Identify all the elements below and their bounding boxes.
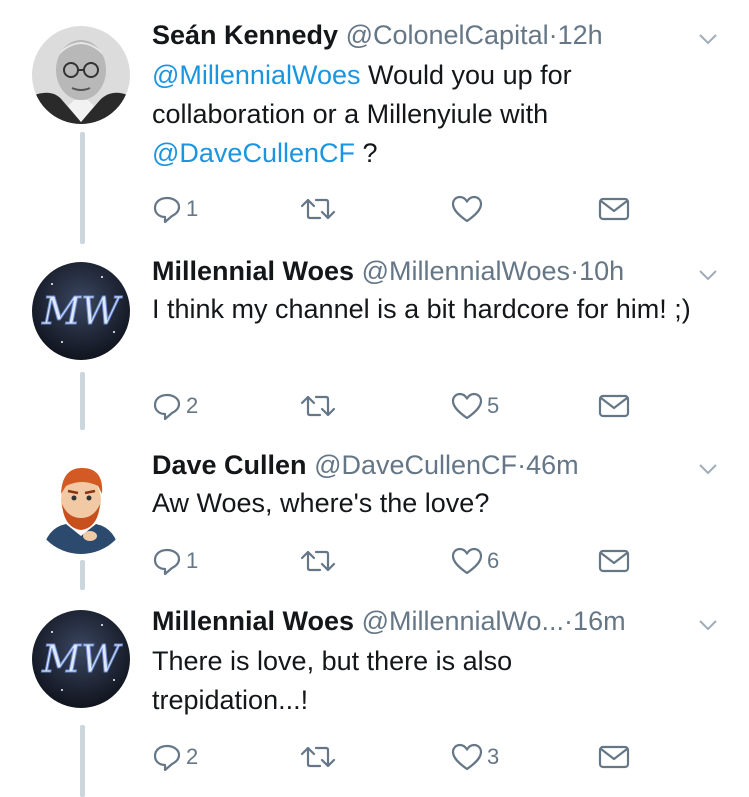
mention-link[interactable]: @MillennialWoes: [152, 60, 361, 90]
tweet-actions: 1 6: [152, 544, 652, 578]
retweet-button[interactable]: [300, 192, 340, 226]
reply-button[interactable]: 2: [152, 389, 198, 423]
tweet[interactable]: Seán Kennedy @ColonelCapital·12h @Millen…: [0, 18, 749, 238]
chevron-down-icon[interactable]: [697, 260, 719, 282]
avatar-monogram: MW: [41, 637, 123, 681]
tweet-header: Millennial Woes @MillennialWoes·10h: [152, 254, 719, 288]
tweet-actions: 1: [152, 192, 652, 226]
direct-message-button[interactable]: [598, 389, 630, 423]
like-button[interactable]: 6: [451, 544, 499, 578]
tweet-text: @MillennialWoes Would you up for collabo…: [152, 60, 572, 168]
heart-icon: [451, 194, 483, 224]
envelope-icon: [598, 743, 630, 771]
username[interactable]: @ColonelCapital: [346, 20, 549, 50]
tweet[interactable]: MW Millennial Woes @MillennialWoes·10h I…: [0, 254, 749, 429]
avatar[interactable]: [32, 26, 130, 124]
separator-dot: ·: [548, 20, 558, 50]
retweet-button[interactable]: [300, 544, 340, 578]
heart-icon: [451, 391, 483, 421]
reply-count: 1: [186, 196, 199, 221]
reply-icon: [152, 742, 182, 772]
tweet-header: Millennial Woes @MillennialWo...·16m: [152, 604, 719, 638]
display-name[interactable]: Dave Cullen: [152, 450, 307, 480]
separator-dot: ·: [570, 256, 580, 286]
display-name[interactable]: Millennial Woes: [152, 606, 354, 636]
like-count: 5: [487, 393, 500, 418]
timestamp[interactable]: 10h: [579, 256, 624, 286]
tweet-actions: 2 3: [152, 740, 652, 774]
display-name[interactable]: Seán Kennedy: [152, 20, 338, 50]
direct-message-button[interactable]: [598, 544, 630, 578]
timestamp[interactable]: 46m: [526, 450, 579, 480]
separator-dot: ·: [517, 450, 527, 480]
timestamp[interactable]: 12h: [558, 20, 603, 50]
mention-link[interactable]: @DaveCullenCF: [152, 138, 355, 168]
timestamp[interactable]: 16m: [573, 606, 626, 636]
envelope-icon: [598, 392, 630, 420]
tweet-text: There is love, but there is also trepida…: [152, 646, 513, 715]
tweet-header: Dave Cullen @DaveCullenCF·46m: [152, 448, 719, 482]
retweet-button[interactable]: [300, 389, 340, 423]
reply-button[interactable]: 2: [152, 740, 198, 774]
tweet-text: I think my channel is a bit hardcore for…: [152, 294, 691, 324]
reply-icon: [152, 546, 182, 576]
avatar-monogram: MW: [41, 289, 123, 333]
username[interactable]: @MillennialWoes: [362, 256, 571, 286]
avatar[interactable]: MW: [32, 262, 130, 360]
retweet-icon: [300, 194, 336, 224]
chevron-down-icon[interactable]: [697, 610, 719, 632]
like-count: 3: [487, 744, 500, 769]
reply-icon: [152, 194, 182, 224]
direct-message-button[interactable]: [598, 192, 630, 226]
avatar[interactable]: [32, 456, 130, 554]
tweet-header: Seán Kennedy @ColonelCapital·12h: [152, 18, 719, 52]
reply-icon: [152, 391, 182, 421]
heart-icon: [451, 742, 483, 772]
retweet-icon: [300, 546, 336, 576]
reply-count: 1: [186, 548, 199, 573]
reply-count: 2: [186, 744, 199, 769]
reply-button[interactable]: 1: [152, 192, 198, 226]
retweet-icon: [300, 742, 336, 772]
username[interactable]: @MillennialWo...: [362, 606, 564, 636]
reply-button[interactable]: 1: [152, 544, 198, 578]
reply-count: 2: [186, 393, 199, 418]
tweet[interactable]: Dave Cullen @DaveCullenCF·46m Aw Woes, w…: [0, 448, 749, 588]
like-count: 6: [487, 548, 500, 573]
tweet[interactable]: MW Millennial Woes @MillennialWo...·16m …: [0, 604, 749, 794]
direct-message-button[interactable]: [598, 740, 630, 774]
envelope-icon: [598, 195, 630, 223]
heart-icon: [451, 546, 483, 576]
username[interactable]: @DaveCullenCF: [314, 450, 517, 480]
retweet-button[interactable]: [300, 740, 340, 774]
chevron-down-icon[interactable]: [697, 24, 719, 46]
display-name[interactable]: Millennial Woes: [152, 256, 354, 286]
envelope-icon: [598, 547, 630, 575]
tweet-actions: 2 5: [152, 389, 652, 423]
like-button[interactable]: 5: [451, 389, 499, 423]
chevron-down-icon[interactable]: [697, 454, 719, 476]
tweet-text: Aw Woes, where's the love?: [152, 488, 490, 518]
like-button[interactable]: 3: [451, 740, 499, 774]
like-button[interactable]: [451, 192, 487, 226]
retweet-icon: [300, 391, 336, 421]
separator-dot: ·: [564, 606, 574, 636]
avatar[interactable]: MW: [32, 610, 130, 708]
